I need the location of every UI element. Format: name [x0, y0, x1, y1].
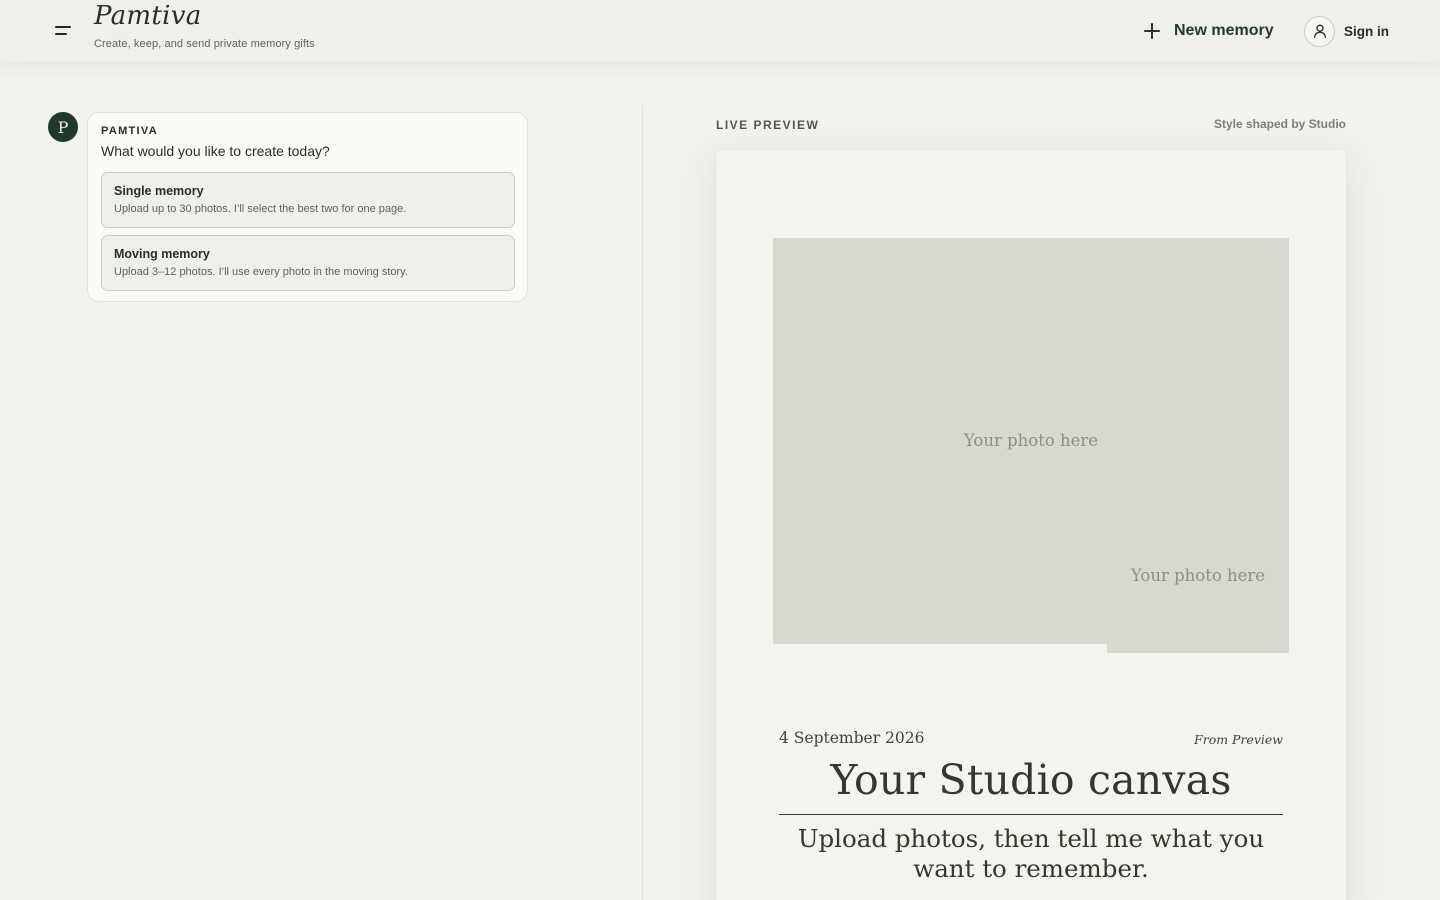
style-note: Style shaped by Studio	[1213, 117, 1346, 131]
plus-icon	[1144, 23, 1160, 39]
photo-placeholder-label: Your photo here	[963, 431, 1099, 450]
photo-placeholder-label: Your photo here	[1130, 566, 1266, 585]
title-divider	[779, 814, 1283, 815]
chat-bubble: PAMTIVA What would you like to create to…	[87, 112, 528, 302]
new-memory-button[interactable]: New memory	[1144, 17, 1274, 45]
brand-tagline: Create, keep, and send private memory gi…	[94, 38, 315, 50]
live-preview-label: LIVE PREVIEW	[716, 118, 820, 132]
memory-title: Your Studio canvas	[830, 756, 1232, 804]
chat-sender: PAMTIVA	[101, 125, 158, 137]
sign-in-label: Sign in	[1344, 23, 1389, 39]
brand-logo[interactable]: Pamtiva	[94, 1, 202, 31]
photo-placeholder-secondary[interactable]: Your photo here	[1107, 499, 1289, 653]
option-single-memory[interactable]: Single memory Upload up to 30 photos. I’…	[101, 172, 515, 228]
option-description: Upload up to 30 photos. I’ll select the …	[114, 203, 407, 215]
memory-subtitle: Upload photos, then tell me what you wan…	[797, 824, 1265, 883]
user-icon	[1304, 15, 1335, 47]
memory-from: From Preview	[1194, 732, 1283, 747]
top-header: Pamtiva Create, keep, and send private m…	[0, 0, 1440, 62]
column-divider	[642, 106, 643, 900]
new-memory-label: New memory	[1174, 22, 1274, 39]
option-moving-memory[interactable]: Moving memory Upload 3–12 photos. I’ll u…	[101, 235, 515, 291]
option-title: Moving memory	[114, 247, 210, 261]
preview-canvas: Your photo here Your photo here 4 Septem…	[716, 150, 1346, 900]
memory-date: 4 September 2026	[779, 729, 925, 747]
menu-icon[interactable]	[48, 18, 78, 44]
option-description: Upload 3–12 photos. I’ll use every photo…	[114, 266, 408, 278]
option-title: Single memory	[114, 184, 204, 198]
chat-question: What would you like to create today?	[101, 143, 330, 159]
sign-in-button[interactable]: Sign in	[1304, 15, 1389, 47]
assistant-avatar: P	[48, 112, 78, 142]
